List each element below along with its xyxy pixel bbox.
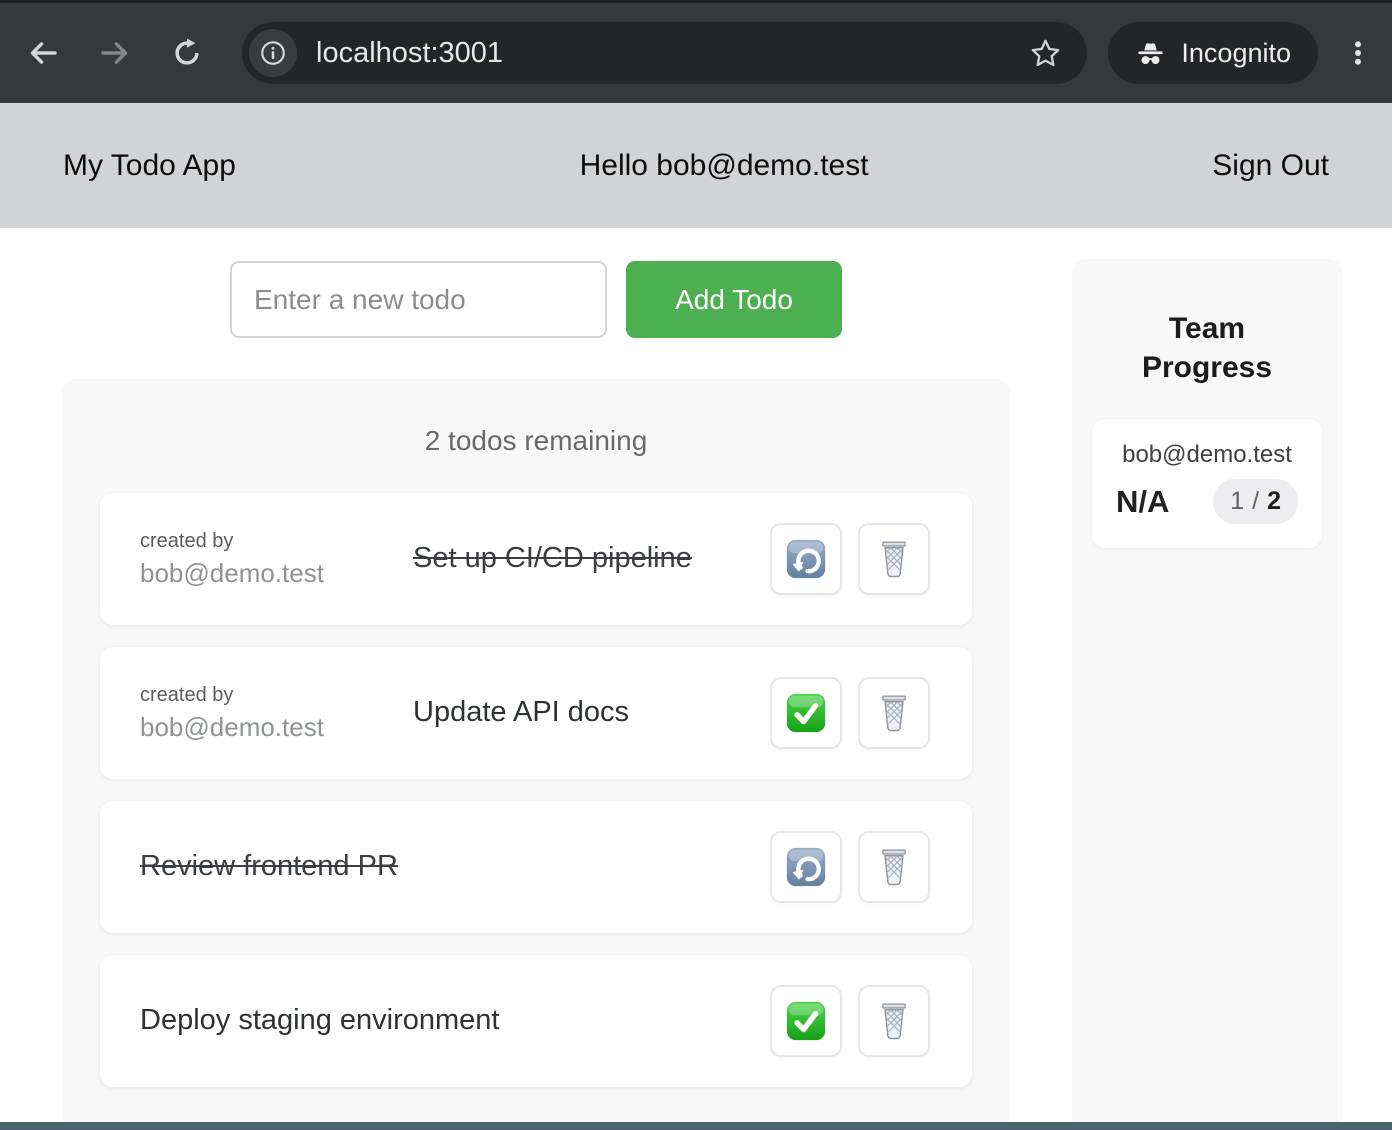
sign-out-button[interactable]: Sign Out <box>1212 149 1329 183</box>
todo-actions <box>770 677 930 749</box>
todo-title: Review frontend PR <box>140 848 770 886</box>
todo-item: created by bob@demo.test Update API docs <box>100 647 972 779</box>
trash-icon <box>871 998 917 1044</box>
team-progress-panel: Team Progress bob@demo.test N/A 1 / 2 <box>1072 259 1342 1130</box>
progress-done: 1 <box>1230 487 1244 516</box>
team-member-card: bob@demo.test N/A 1 / 2 <box>1092 419 1322 548</box>
app-title: My Todo App <box>63 149 236 183</box>
todo-title: Update API docs <box>413 694 698 732</box>
undo-todo-button[interactable] <box>770 523 842 595</box>
creator-email: bob@demo.test <box>140 558 413 589</box>
todo-item: created by bob@demo.test Set up CI/CD pi… <box>100 493 972 625</box>
member-email: bob@demo.test <box>1092 441 1322 469</box>
trash-icon <box>871 844 917 890</box>
progress-separator: / <box>1252 487 1259 516</box>
kebab-menu-icon <box>1343 38 1373 68</box>
forward-arrow-icon <box>98 36 132 70</box>
todo-title: Set up CI/CD pipeline <box>413 540 698 578</box>
delete-todo-button[interactable] <box>858 985 930 1057</box>
team-progress-title: Team Progress <box>1072 259 1342 387</box>
back-button[interactable] <box>20 30 66 76</box>
main-content: Add Todo 2 todos remaining created by bo… <box>0 228 1392 1130</box>
todo-actions <box>770 831 930 903</box>
todos-remaining-text: 2 todos remaining <box>62 379 1010 493</box>
member-stats-row: N/A 1 / 2 <box>1092 479 1322 524</box>
created-by-label: created by <box>140 530 413 553</box>
trash-icon <box>871 690 917 736</box>
incognito-badge: Incognito <box>1108 22 1318 84</box>
page-info-icon <box>258 38 288 68</box>
reload-button[interactable] <box>164 30 210 76</box>
undo-todo-button[interactable] <box>770 831 842 903</box>
todo-actions <box>770 523 930 595</box>
greeting-text: Hello bob@demo.test <box>580 149 869 183</box>
new-todo-input[interactable] <box>230 261 607 338</box>
browser-menu-button[interactable] <box>1336 23 1380 83</box>
complete-todo-button[interactable] <box>770 985 842 1057</box>
reload-icon <box>171 37 203 69</box>
todo-item: Deploy staging environment <box>100 955 972 1087</box>
delete-todo-button[interactable] <box>858 677 930 749</box>
page-info-button[interactable] <box>249 29 297 77</box>
creator-email: bob@demo.test <box>140 712 413 743</box>
member-label: N/A <box>1116 484 1169 520</box>
todo-list-panel: 2 todos remaining created by bob@demo.te… <box>62 379 1010 1130</box>
back-arrow-icon <box>26 36 60 70</box>
check-icon <box>783 690 829 736</box>
url-text[interactable]: localhost:3001 <box>316 37 1023 70</box>
trash-icon <box>871 536 917 582</box>
browser-window: localhost:3001 Incognito My Todo App Hel… <box>0 0 1392 1130</box>
created-by-label: created by <box>140 684 413 707</box>
add-todo-button[interactable]: Add Todo <box>626 261 842 338</box>
progress-total: 2 <box>1267 487 1281 516</box>
add-todo-row: Add Todo <box>62 261 1010 338</box>
delete-todo-button[interactable] <box>858 831 930 903</box>
bookmark-star-icon <box>1029 37 1062 70</box>
incognito-icon <box>1135 38 1166 69</box>
complete-todo-button[interactable] <box>770 677 842 749</box>
app-header: My Todo App Hello bob@demo.test Sign Out <box>0 103 1392 228</box>
address-bar[interactable]: localhost:3001 <box>242 22 1087 84</box>
todo-creator: created by bob@demo.test <box>140 684 413 743</box>
forward-button[interactable] <box>92 30 138 76</box>
todo-creator: created by bob@demo.test <box>140 530 413 589</box>
browser-toolbar: localhost:3001 Incognito <box>0 0 1392 103</box>
todo-item: Review frontend PR <box>100 801 972 933</box>
incognito-label: Incognito <box>1181 38 1291 69</box>
bottom-edge-bar <box>0 1122 1392 1130</box>
check-icon <box>783 998 829 1044</box>
undo-icon <box>783 844 829 890</box>
delete-todo-button[interactable] <box>858 523 930 595</box>
bookmark-button[interactable] <box>1023 31 1067 75</box>
undo-icon <box>783 536 829 582</box>
todo-actions <box>770 985 930 1057</box>
member-progress-badge: 1 / 2 <box>1213 479 1298 524</box>
todo-title: Deploy staging environment <box>140 1002 770 1040</box>
todo-column: Add Todo 2 todos remaining created by bo… <box>62 228 1010 1130</box>
